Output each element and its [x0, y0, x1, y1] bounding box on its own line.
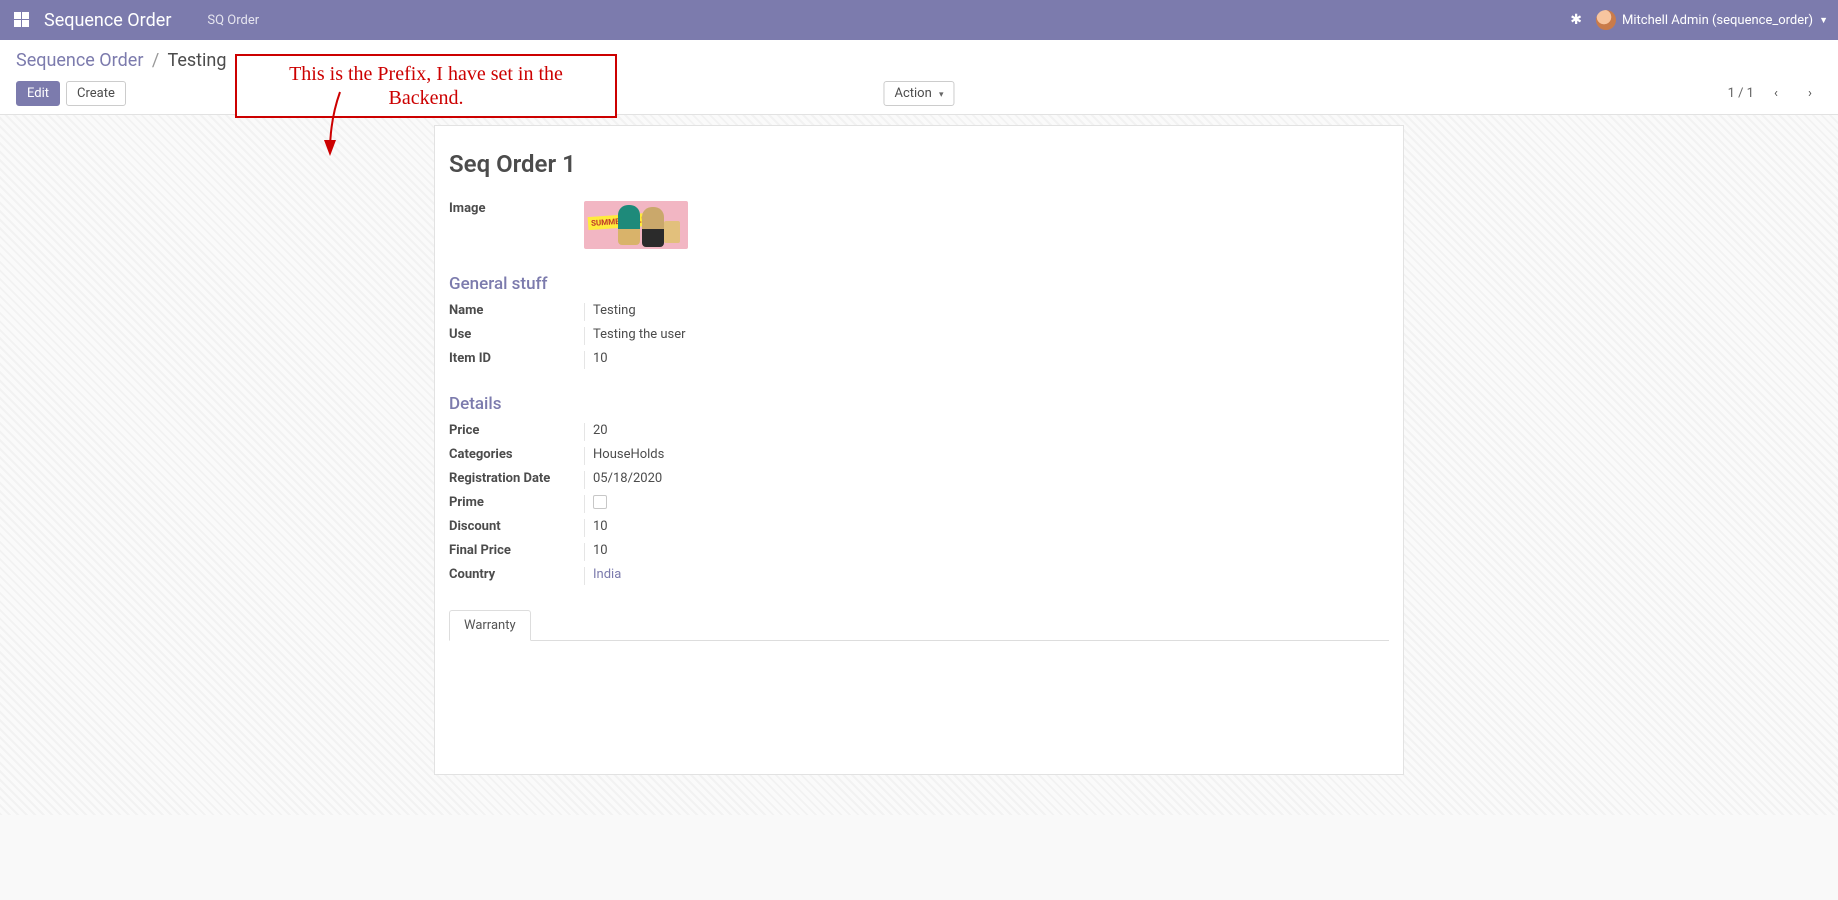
breadcrumb-root[interactable]: Sequence Order [16, 50, 143, 71]
label-image: Image [449, 201, 584, 216]
breadcrumb: Sequence Order / Testing [16, 50, 226, 71]
chevron-down-icon: ▼ [1819, 15, 1828, 26]
label-country: Country [449, 567, 584, 582]
form-content: Seq Order 1 Image SUMMER SALE General st… [0, 115, 1838, 815]
user-menu[interactable]: Mitchell Admin (sequence_order) ▼ [1596, 10, 1828, 30]
pager-next[interactable]: › [1798, 82, 1822, 106]
label-price: Price [449, 423, 584, 438]
value-final-price: 10 [584, 543, 1389, 561]
value-name: Testing [584, 303, 1389, 321]
menu-sq-order[interactable]: SQ Order [207, 13, 259, 28]
annotation-prefix-note: This is the Prefix, I have set in the Ba… [235, 54, 617, 118]
heading-details: Details [449, 394, 1389, 414]
value-use: Testing the user [584, 327, 1389, 345]
group-general: General stuff Name Testing Use Testing t… [449, 274, 1389, 372]
heading-general: General stuff [449, 274, 1389, 294]
action-dropdown[interactable]: Action ▾ [883, 81, 954, 106]
prime-checkbox[interactable] [593, 495, 607, 509]
label-categories: Categories [449, 447, 584, 462]
value-item-id: 10 [584, 351, 1389, 369]
pager-text: 1 / 1 [1728, 86, 1754, 101]
value-registration-date: 05/18/2020 [584, 471, 1389, 489]
app-brand[interactable]: Sequence Order [44, 10, 171, 31]
value-categories: HouseHolds [584, 447, 1389, 465]
menu-sections: SQ Order [207, 13, 277, 28]
tab-warranty[interactable]: Warranty [449, 610, 531, 641]
label-item-id: Item ID [449, 351, 584, 366]
label-use: Use [449, 327, 584, 342]
value-country[interactable]: India [584, 567, 1389, 585]
value-price: 20 [584, 423, 1389, 441]
label-discount: Discount [449, 519, 584, 534]
action-label: Action [894, 86, 931, 101]
notebook: Warranty [449, 610, 1389, 641]
label-name: Name [449, 303, 584, 318]
breadcrumb-current: Testing [167, 50, 226, 71]
value-discount: 10 [584, 519, 1389, 537]
group-details: Details Price 20 Categories HouseHolds R… [449, 394, 1389, 588]
edit-button[interactable]: Edit [16, 81, 60, 106]
pager-prev[interactable]: ‹ [1764, 82, 1788, 106]
value-prime [584, 495, 1389, 513]
chevron-down-icon: ▾ [939, 90, 944, 100]
label-final-price: Final Price [449, 543, 584, 558]
debug-bug-icon[interactable]: ✱ [1570, 12, 1582, 28]
avatar-icon [1596, 10, 1616, 30]
label-registration-date: Registration Date [449, 471, 584, 486]
record-title: Seq Order 1 [449, 150, 1389, 178]
form-sheet: Seq Order 1 Image SUMMER SALE General st… [434, 125, 1404, 775]
create-button[interactable]: Create [66, 81, 126, 106]
main-navbar: Sequence Order SQ Order ✱ Mitchell Admin… [0, 0, 1838, 40]
navbar-right: ✱ Mitchell Admin (sequence_order) ▼ [1570, 0, 1828, 40]
image-field[interactable]: SUMMER SALE [584, 201, 688, 249]
user-name: Mitchell Admin (sequence_order) [1622, 13, 1813, 28]
apps-icon[interactable] [14, 12, 30, 28]
label-prime: Prime [449, 495, 584, 510]
breadcrumb-separator: / [152, 50, 159, 71]
